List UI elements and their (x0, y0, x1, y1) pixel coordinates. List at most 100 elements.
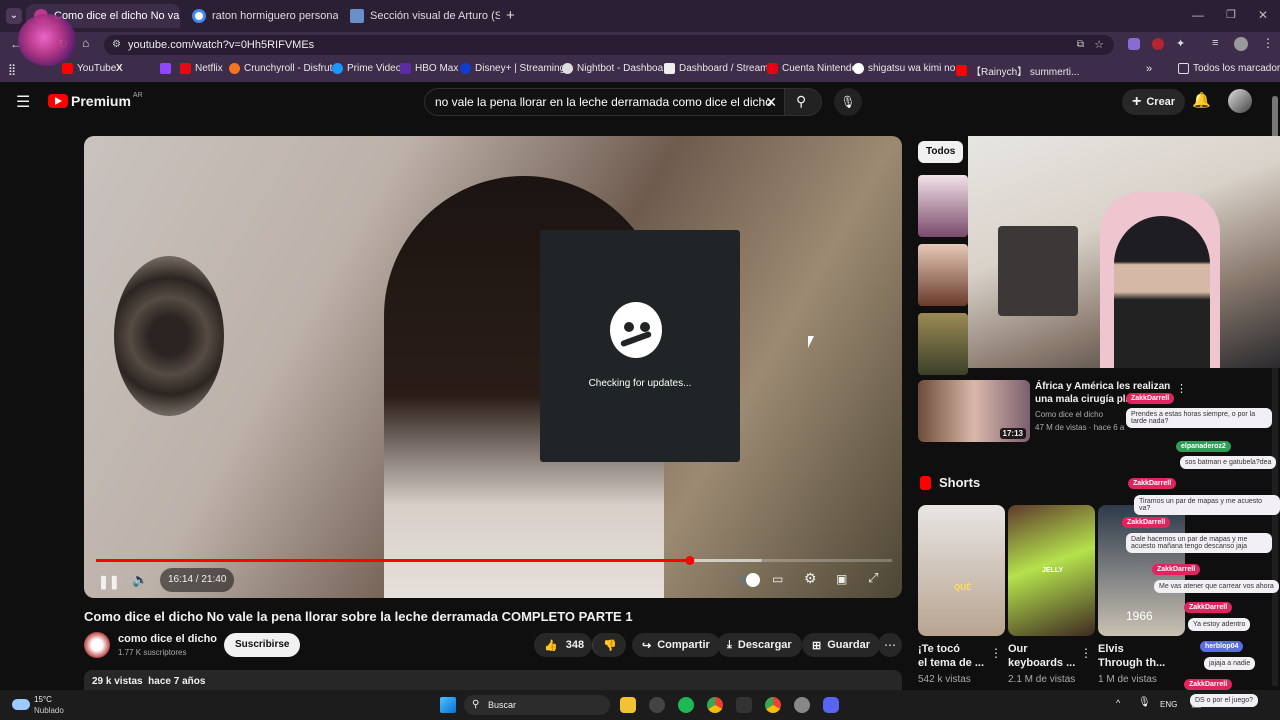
language-indicator[interactable]: ENG (1160, 700, 1177, 709)
hamburger-menu-icon[interactable]: ☰ (16, 92, 30, 112)
minimize-button[interactable]: — (1192, 8, 1204, 22)
autoplay-toggle[interactable] (738, 573, 760, 587)
tab-title: Como dice el dicho No vale (54, 10, 180, 22)
subtitles-icon[interactable]: ▭ (772, 572, 783, 586)
pen-extension-icon[interactable] (1128, 38, 1140, 50)
search-button[interactable]: ⚲ (784, 88, 822, 116)
address-bar[interactable]: ⚙ youtube.com/watch?v=0Hh5RIFVMEs ⧉ ☆ (104, 35, 1114, 55)
short-2[interactable]: JELLY (1008, 505, 1095, 636)
chat-username: ZakkDarrell (1184, 679, 1233, 690)
spotify-icon[interactable] (678, 697, 694, 713)
app-icon[interactable] (649, 697, 665, 713)
user-avatar[interactable] (1228, 89, 1252, 113)
theater-mode-icon[interactable]: ▣ (836, 572, 847, 586)
weather-temp[interactable]: 15°C (34, 695, 52, 704)
windows-start-icon[interactable] (440, 697, 456, 713)
tray-chevron-icon[interactable]: ^ (1116, 698, 1120, 708)
update-status-text: Checking for updates... (588, 378, 692, 389)
thumbs-down-icon: 👎 (603, 639, 617, 652)
chat-message: Prendes a estas horas siempre, o por la … (1126, 408, 1272, 428)
youtube-icon (62, 63, 73, 74)
bookmark-rainych[interactable]: 【Rainych】 summerti... (956, 63, 1079, 78)
video-player[interactable]: ❚❚ 🔈 16:14 / 21:40 ▭ ⚙ ▣ ⤢ (84, 136, 902, 598)
window-close-button[interactable]: ✕ (1258, 8, 1268, 22)
bookmark-x[interactable]: X (116, 63, 123, 74)
all-bookmarks-folder[interactable]: Todos los marcadores (1178, 63, 1280, 74)
settings-gear-icon[interactable]: ⚙ (804, 570, 817, 587)
bookmark-disney[interactable]: Disney+ | Streaming... (460, 63, 573, 74)
chat-username: ZakkDarrell (1122, 517, 1171, 528)
home-icon[interactable]: ⌂ (82, 36, 89, 50)
apps-grid-icon[interactable]: ⣿ (8, 63, 16, 76)
dislike-button[interactable]: 👎 (592, 633, 626, 657)
chrome-alt-icon[interactable] (765, 697, 781, 713)
bookmark-prime[interactable]: Prime Video (332, 63, 401, 74)
progress-bar[interactable] (96, 556, 892, 566)
short-1[interactable]: QUÉ (918, 505, 1005, 636)
short-2-more-icon[interactable]: ⋮ (1080, 646, 1092, 660)
more-bookmarks-icon[interactable]: » (1146, 63, 1152, 75)
recommended-thumb-3[interactable] (918, 313, 968, 375)
fullscreen-icon[interactable]: ⤢ (868, 570, 878, 586)
download-button[interactable]: ⤓ Descargar (717, 633, 802, 657)
discord-icon[interactable] (823, 697, 839, 713)
progress-scrubber[interactable] (685, 556, 695, 565)
create-button[interactable]: + Crear (1122, 89, 1186, 115)
tray-mic-icon[interactable]: 🎙 (1138, 697, 1151, 708)
profile-avatar[interactable] (1234, 37, 1248, 51)
share-button[interactable]: ↪ Compartir (632, 633, 720, 657)
youtube-icon (956, 65, 967, 76)
site-info-icon[interactable]: ⚙ (112, 35, 121, 55)
tab-seccion-visual[interactable]: Sección visual de Arturo (Serie ✕ (342, 4, 500, 28)
bookmark-shigatsu[interactable]: shigatsu wa kimi no... (853, 63, 964, 74)
tab-raton-hormiguero[interactable]: raton hormiguero personajes a ✕ (184, 4, 338, 28)
search-input[interactable]: no vale la pena llorar en la leche derra… (424, 88, 786, 116)
play-pause-button[interactable]: ❚❚ (98, 574, 120, 590)
subscribe-button[interactable]: Suscribirse (224, 633, 301, 657)
game-app-icon[interactable] (736, 697, 752, 713)
weather-cloud-icon[interactable] (12, 699, 30, 710)
chip-todos[interactable]: Todos (918, 141, 964, 163)
short-3-views: 1 M de vistas (1098, 674, 1157, 685)
dashboard-icon (664, 63, 675, 74)
file-explorer-icon[interactable] (620, 697, 636, 713)
recommended-more-icon[interactable]: ⋮ (1176, 382, 1187, 395)
recommended-title-line1: África y América les realizan (1035, 381, 1171, 392)
settings-icon[interactable] (794, 697, 810, 713)
extensions-icon[interactable]: ✦ (1176, 37, 1185, 50)
like-button[interactable]: 👍 348 (534, 633, 592, 657)
youtube-logo[interactable]: Premium AR (48, 92, 143, 109)
channel-name[interactable]: como dice el dicho (118, 633, 217, 645)
install-icon[interactable]: ⧉ (1077, 35, 1084, 55)
recommended-thumb-1[interactable] (918, 175, 968, 237)
bookmark-star-icon[interactable]: ☆ (1094, 35, 1104, 55)
recommended-thumb-2[interactable] (918, 244, 968, 306)
bookmark-dashboard[interactable]: Dashboard / Stream... (664, 63, 777, 74)
clear-search-icon[interactable]: ✕ (765, 89, 777, 115)
bookmark-crunchyroll[interactable]: Crunchyroll - Disfrut... (229, 63, 341, 74)
channel-avatar[interactable] (84, 632, 110, 658)
bookmark-nightbot[interactable]: Nightbot - Dashboa... (562, 63, 672, 74)
media-control-icon[interactable]: ≡ (1212, 37, 1218, 49)
bookmark-hbo[interactable]: HBO Max (400, 63, 458, 74)
save-playlist-icon: ⊞ (812, 639, 822, 652)
bookmark-nintendo[interactable]: Cuenta Nintendo (767, 63, 857, 74)
chrome-icon[interactable] (707, 697, 723, 713)
bookmark-netflix[interactable]: Netflix (180, 63, 223, 74)
bookmark-twitch[interactable] (160, 63, 175, 74)
volume-icon[interactable]: 🔈 (132, 572, 148, 588)
maximize-button[interactable]: ❐ (1226, 8, 1236, 21)
bookmark-youtube[interactable]: YouTube (62, 63, 116, 74)
tab-search-icon[interactable]: ⌄ (6, 8, 22, 24)
ublock-extension-icon[interactable] (1152, 38, 1164, 50)
voice-search-button[interactable]: 🎙 (834, 88, 862, 116)
short-3-title-line1: Elvis (1098, 643, 1124, 655)
short-1-more-icon[interactable]: ⋮ (990, 646, 1002, 660)
chat-username: ZakkDarrell (1184, 602, 1233, 613)
more-actions-button[interactable]: ⋯ (878, 633, 902, 657)
save-button[interactable]: ⊞ Guardar (802, 633, 881, 657)
notifications-bell-icon[interactable]: 🔔 (1192, 91, 1211, 109)
new-tab-button[interactable]: + (506, 7, 515, 24)
chrome-menu-icon[interactable]: ⋮ (1262, 36, 1274, 50)
taskbar-search[interactable]: ⚲ Buscar (464, 695, 610, 715)
